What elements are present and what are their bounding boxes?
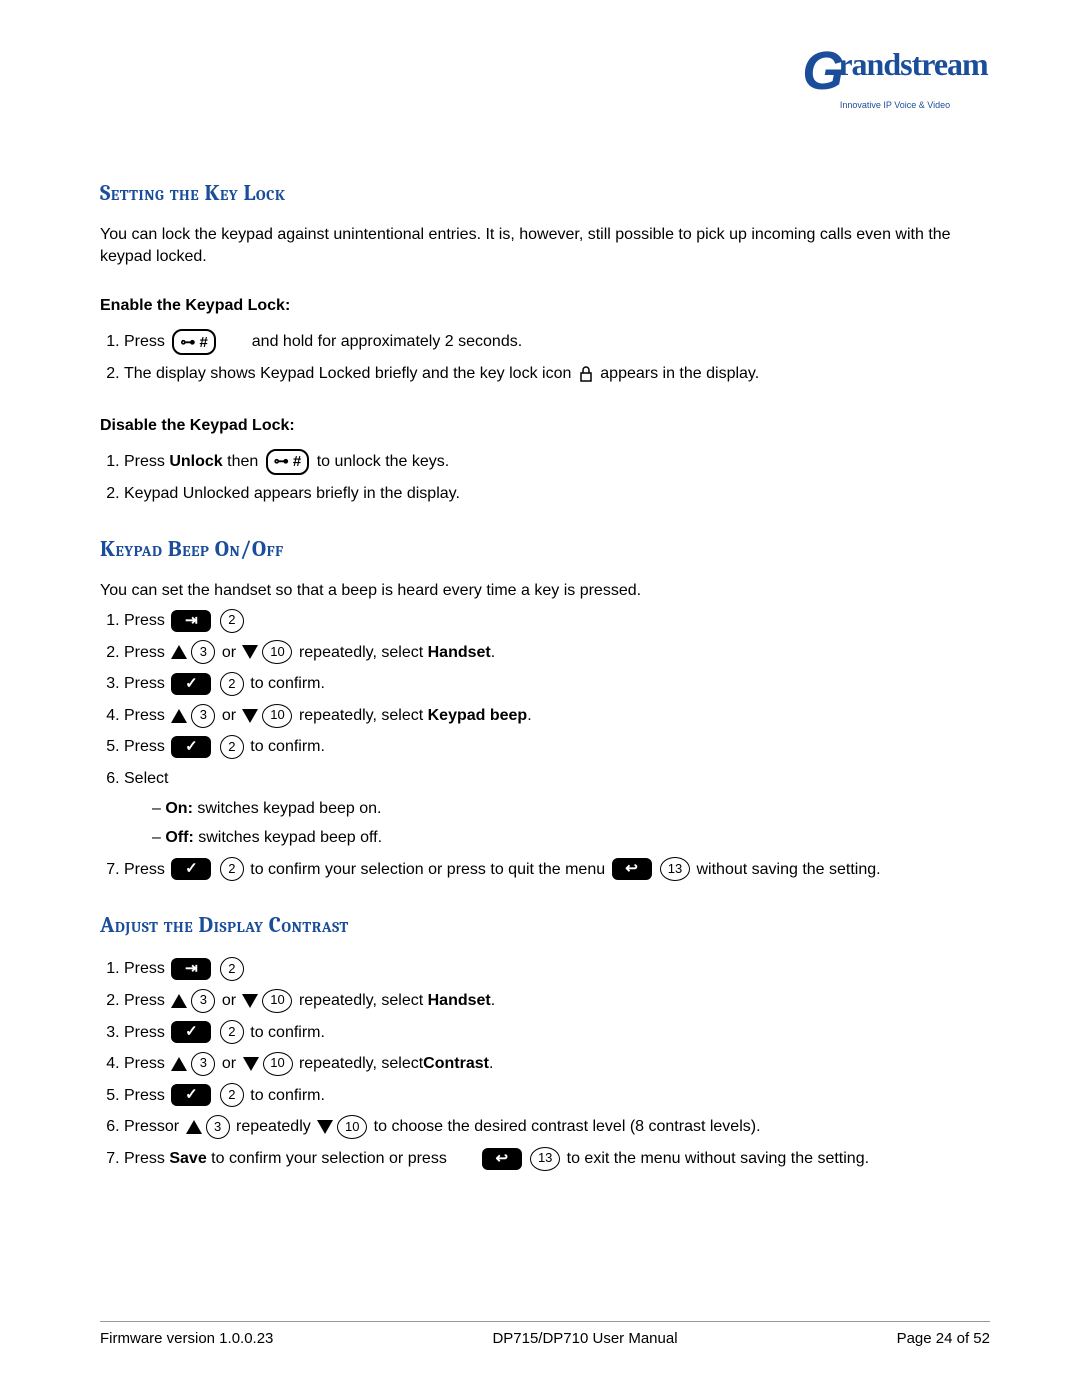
circled-3-icon: 3	[191, 1052, 215, 1076]
enable-step-2: The display shows Keypad Locked briefly …	[124, 361, 990, 387]
beep-step-4: Press 3 or 10 repeatedly, select Keypad …	[124, 703, 990, 729]
footer-firmware: Firmware version 1.0.0.23	[100, 1330, 273, 1347]
beep-step-1: Press ⇥ 2	[124, 608, 990, 634]
beep-step-6: Select – On: switches keypad beep on. – …	[124, 766, 990, 851]
up-arrow-icon	[171, 645, 187, 659]
logo-text: randstream	[838, 46, 987, 82]
keypad-beep-list: Press ⇥ 2 Press 3 or 10 repeatedly, sele…	[100, 608, 990, 882]
enable-step-1: Press ⊶ # and hold for approximately 2 s…	[124, 329, 990, 355]
circled-13-icon: 13	[660, 857, 690, 881]
up-arrow-icon	[171, 1057, 187, 1071]
back-button-icon: ↩	[612, 858, 652, 880]
back-button-icon: ↩	[482, 1148, 522, 1170]
section-keypad-beep-title: Keypad Beep On/Off	[100, 536, 990, 562]
footer-manual-title: DP715/DP710 User Manual	[492, 1330, 677, 1347]
enable-keypad-list: Press ⊶ # and hold for approximately 2 s…	[100, 329, 990, 387]
circled-10-icon: 10	[262, 640, 292, 664]
circled-2-icon: 2	[220, 672, 244, 696]
circled-3-icon: 3	[191, 704, 215, 728]
keypad-beep-intro: You can set the handset so that a beep i…	[100, 580, 990, 602]
circled-3-icon: 3	[191, 989, 215, 1013]
page-footer: Firmware version 1.0.0.23 DP715/DP710 Us…	[100, 1321, 990, 1347]
up-arrow-icon	[171, 994, 187, 1008]
circled-2-icon: 2	[220, 1020, 244, 1044]
down-arrow-icon	[317, 1120, 333, 1134]
contrast-step-1: Press ⇥ 2	[124, 956, 990, 982]
circled-2-icon: 2	[220, 957, 244, 981]
enable-keypad-lock-title: Enable the Keypad Lock:	[100, 297, 990, 315]
down-arrow-icon	[242, 645, 258, 659]
disable-step-1: Press Unlock then ⊶ # to unlock the keys…	[124, 449, 990, 475]
contrast-step-5: Press ✓ 2 to confirm.	[124, 1083, 990, 1109]
circled-10-icon: 10	[263, 1052, 293, 1076]
up-arrow-icon	[186, 1120, 202, 1134]
option-off: – Off: switches keypad beep off.	[152, 825, 990, 851]
brand-logo: Grandstream Innovative IP Voice & Video	[800, 40, 990, 110]
check-button-icon: ✓	[171, 1021, 211, 1043]
disable-keypad-lock-title: Disable the Keypad Lock:	[100, 417, 990, 435]
beep-step-5: Press ✓ 2 to confirm.	[124, 734, 990, 760]
contrast-step-3: Press ✓ 2 to confirm.	[124, 1020, 990, 1046]
check-button-icon: ✓	[171, 1084, 211, 1106]
check-button-icon: ✓	[171, 673, 211, 695]
circled-2-icon: 2	[220, 1083, 244, 1107]
section-setting-key-lock-title: Setting the Key Lock	[100, 180, 990, 206]
circled-2-icon: 2	[220, 857, 244, 881]
circled-13-icon: 13	[530, 1147, 560, 1171]
circled-2-icon: 2	[220, 609, 244, 633]
down-arrow-icon	[243, 1057, 259, 1071]
footer-page-number: Page 24 of 52	[897, 1330, 990, 1347]
option-on: – On: switches keypad beep on.	[152, 796, 990, 822]
disable-step-2: Keypad Unlocked appears briefly in the d…	[124, 481, 990, 507]
down-arrow-icon	[242, 994, 258, 1008]
check-button-icon: ✓	[171, 858, 211, 880]
contrast-step-6: Pressor 3 repeatedly 10 to choose the de…	[124, 1114, 990, 1140]
circled-3-icon: 3	[191, 640, 215, 664]
contrast-step-4: Press 3 or 10 repeatedly, selectContrast…	[124, 1051, 990, 1077]
up-arrow-icon	[171, 709, 187, 723]
contrast-step-7: Press Save to confirm your selection or …	[124, 1146, 990, 1172]
circled-10-icon: 10	[262, 704, 292, 728]
menu-button-icon: ⇥	[171, 958, 211, 980]
down-arrow-icon	[242, 709, 258, 723]
circled-2-icon: 2	[220, 735, 244, 759]
circled-3-icon: 3	[206, 1115, 230, 1139]
beep-step-2: Press 3 or 10 repeatedly, select Handset…	[124, 640, 990, 666]
beep-step-7: Press ✓ 2 to confirm your selection or p…	[124, 857, 990, 883]
circled-10-icon: 10	[262, 989, 292, 1013]
section-adjust-contrast-title: Adjust the Display Contrast	[100, 912, 990, 938]
key-hash-icon: ⊶ #	[172, 329, 216, 355]
contrast-step-2: Press 3 or 10 repeatedly, select Handset…	[124, 988, 990, 1014]
check-button-icon: ✓	[171, 736, 211, 758]
key-lock-intro: You can lock the keypad against unintent…	[100, 224, 990, 267]
key-hash-icon: ⊶ #	[266, 449, 310, 475]
menu-button-icon: ⇥	[171, 610, 211, 632]
contrast-list: Press ⇥ 2 Press 3 or 10 repeatedly, sele…	[100, 956, 990, 1171]
disable-keypad-list: Press Unlock then ⊶ # to unlock the keys…	[100, 449, 990, 507]
lock-icon	[579, 366, 593, 382]
circled-10-icon: 10	[337, 1115, 367, 1139]
beep-step-3: Press ✓ 2 to confirm.	[124, 671, 990, 697]
